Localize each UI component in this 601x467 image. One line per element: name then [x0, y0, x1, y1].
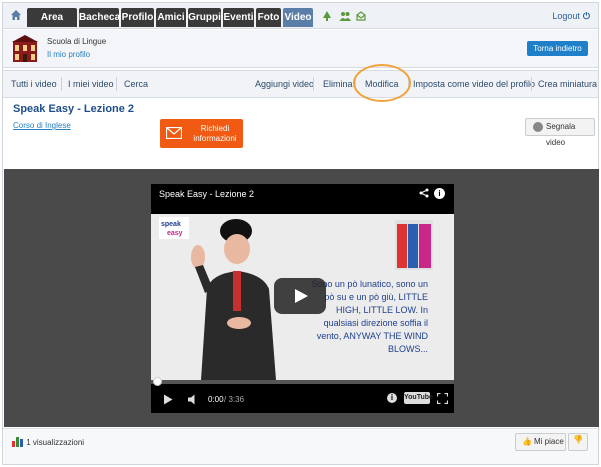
top-navigation: Area clienti Bacheca Profilo Amici Grupp… [3, 3, 598, 42]
bar-chart-icon-bar [12, 441, 15, 447]
thumbs-down-icon: 👎 [573, 435, 583, 444]
video-frame[interactable]: speak easy Sono un pò lunatico, sono un … [151, 214, 454, 380]
school-building-icon [12, 35, 38, 62]
request-info-button[interactable]: Richiedi informazioni [160, 119, 243, 148]
tab-profilo[interactable]: Profilo [121, 8, 154, 27]
menu-my-videos[interactable]: I miei video [68, 71, 114, 97]
logout-link[interactable]: Logout ⏻ [552, 11, 590, 22]
page-frame: Area clienti Bacheca Profilo Amici Grupp… [2, 2, 599, 465]
footer-bar [3, 428, 598, 464]
video-title: Speak Easy - Lezione 2 [13, 103, 135, 115]
tree-icon[interactable] [322, 11, 332, 21]
menu-divider [531, 77, 532, 91]
tab-foto[interactable]: Foto [256, 8, 281, 27]
menu-add-video[interactable]: Aggiungi video [255, 71, 314, 97]
report-video-button[interactable]: Segnala video [525, 118, 595, 147]
lyrics-line: BLOWS... [387, 344, 428, 354]
view-count: 1 visualizzazioni [12, 437, 84, 447]
dislike-button[interactable]: 👎 [568, 433, 588, 451]
envelope-icon [166, 127, 182, 139]
menu-search[interactable]: Cerca [124, 71, 148, 97]
play-icon[interactable] [163, 394, 173, 405]
video-player[interactable]: Speak Easy - Lezione 2 i speak easy Sono… [151, 184, 454, 413]
menu-divider [61, 77, 62, 91]
lyrics-line: vento, ANYWAY THE WIND [316, 331, 428, 341]
fullscreen-icon[interactable] [437, 393, 448, 404]
tab-gruppi[interactable]: Gruppi [188, 8, 221, 27]
menu-divider [313, 77, 314, 91]
speak-logo-text: speak [161, 221, 181, 228]
menu-set-profile-video[interactable]: Imposta come video del profilo [413, 71, 535, 97]
play-icon[interactable] [293, 288, 309, 304]
share-icon[interactable] [419, 188, 429, 198]
profile-name: Scuola di Lingue [47, 37, 107, 46]
info-icon[interactable]: i [434, 188, 445, 199]
like-label: Mi piace [534, 437, 564, 446]
profile-bar: Scuola di Lingue Il mio profilo Torna in… [3, 30, 598, 68]
thumbs-up-icon: 👍 [522, 437, 532, 446]
like-button[interactable]: 👍 Mi piace [515, 433, 566, 451]
book-covers-image [395, 220, 433, 270]
course-link[interactable]: Corso di Inglese [13, 121, 71, 130]
bar-chart-icon [12, 437, 26, 447]
bar-chart-icon-bar [20, 439, 23, 447]
info-icon[interactable]: i [387, 393, 397, 403]
menu-create-thumbnail[interactable]: Crea miniatura [538, 71, 597, 97]
tab-eventi[interactable]: Eventi [223, 8, 254, 27]
logout-label[interactable]: Logout [552, 11, 580, 21]
mail-icon[interactable] [356, 11, 366, 21]
player-controls: 0:00 / 3:36 i YouTube [151, 387, 454, 413]
menu-delete[interactable]: Elimina [323, 71, 353, 97]
youtube-logo[interactable]: YouTube [404, 392, 433, 404]
people-icon[interactable] [339, 11, 351, 21]
video-submenu: Tutti i video I miei video Cerca Aggiung… [3, 70, 598, 98]
menu-divider [116, 77, 117, 91]
my-profile-link[interactable]: Il mio profilo [47, 50, 90, 59]
view-count-label: 1 visualizzazioni [26, 438, 85, 447]
home-icon[interactable] [10, 9, 22, 21]
tab-area-clienti[interactable]: Area clienti [27, 8, 77, 42]
tab-bacheca[interactable]: Bacheca [79, 8, 120, 27]
tab-amici[interactable]: Amici [156, 8, 186, 27]
time-current: 0:00 [208, 395, 224, 404]
power-icon[interactable]: ⏻ [583, 11, 590, 22]
time-duration: / 3:36 [224, 395, 245, 404]
volume-icon[interactable] [187, 394, 199, 405]
alert-icon [533, 122, 543, 132]
big-play-button[interactable] [274, 278, 326, 314]
progress-bar[interactable] [151, 380, 454, 384]
bar-chart-icon-bar [16, 437, 19, 447]
request-info-label: Richiedi informazioni [193, 124, 237, 143]
lyrics-line: qualsiasi direzione soffia il [323, 318, 428, 328]
report-video-label: Segnala video [546, 122, 576, 147]
progress-scrubber[interactable] [153, 377, 162, 386]
highlight-circle [353, 64, 411, 102]
back-button[interactable]: Torna indietro [527, 41, 588, 56]
menu-all-videos[interactable]: Tutti i video [11, 71, 57, 97]
player-title[interactable]: Speak Easy - Lezione 2 [159, 189, 254, 199]
tab-video[interactable]: Video [283, 8, 313, 27]
